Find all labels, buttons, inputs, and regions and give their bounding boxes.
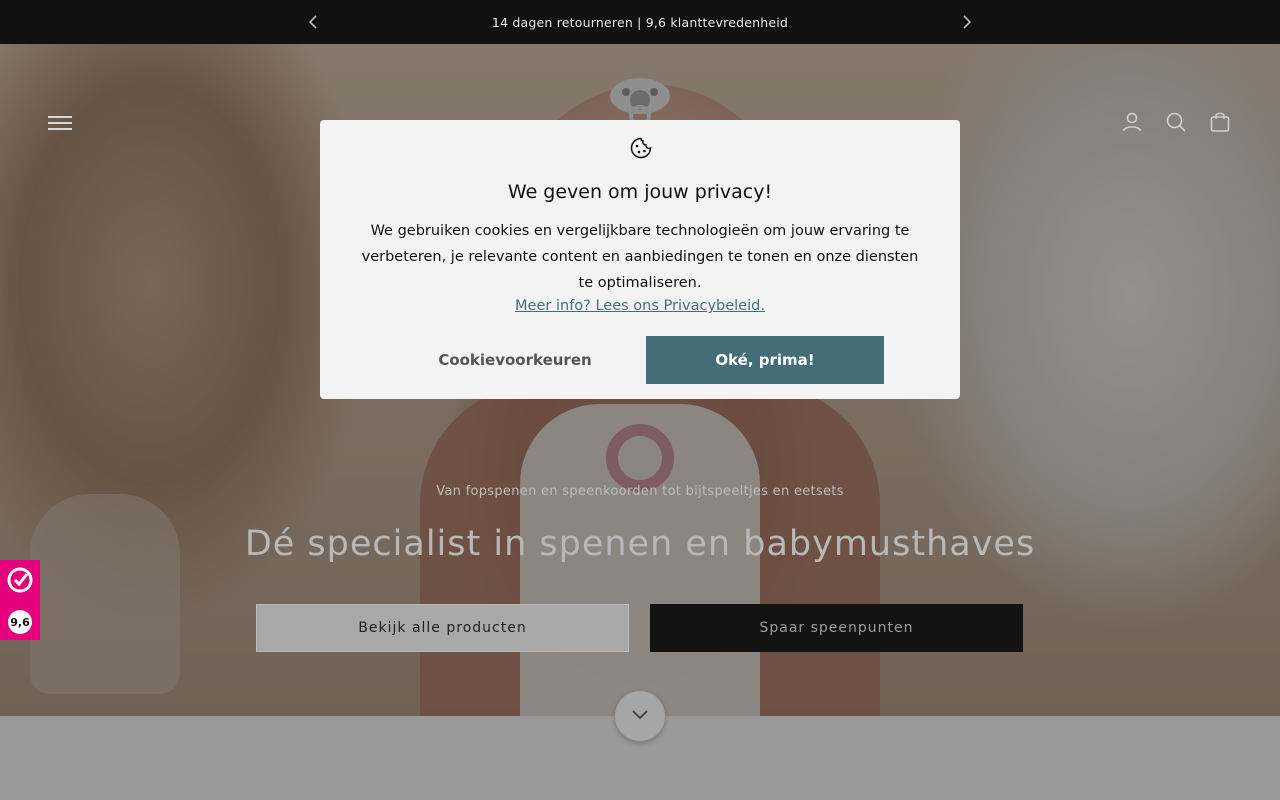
- cart-bag-icon[interactable]: [1208, 110, 1232, 134]
- announcement-text: 14 dagen retourneren | 9,6 klanttevreden…: [491, 14, 789, 30]
- rating-badge[interactable]: 9,6: [0, 560, 40, 640]
- privacy-policy-link[interactable]: Meer info? Lees ons Privacybeleid.: [320, 298, 960, 314]
- chevron-right-icon[interactable]: [956, 12, 976, 32]
- scroll-down-button[interactable]: [615, 691, 665, 741]
- search-icon[interactable]: [1164, 110, 1188, 134]
- pacifier-logo[interactable]: [608, 76, 672, 127]
- accept-cookies-button[interactable]: Oké, prima!: [646, 336, 884, 384]
- cookie-modal-text: We gebruiken cookies en vergelijkbare te…: [361, 223, 919, 291]
- account-icon[interactable]: [1120, 110, 1144, 134]
- view-all-products-button[interactable]: Bekijk alle producten: [256, 604, 629, 652]
- hero-headline: Dé specialist in spenen en babymusthaves: [244, 524, 1036, 564]
- chevron-left-icon[interactable]: [304, 12, 324, 32]
- announcement-bar: 14 dagen retourneren | 9,6 klanttevreden…: [0, 0, 1280, 44]
- save-points-button[interactable]: Spaar speenpunten: [650, 604, 1023, 652]
- chevron-down-icon: [630, 704, 650, 728]
- hamburger-menu-icon[interactable]: [48, 112, 72, 132]
- rating-value: 9,6: [8, 610, 32, 634]
- cookie-consent-modal: We geven om jouw privacy! We gebruiken c…: [320, 120, 960, 399]
- hero-subtitle: Van fopspenen en speenkoorden tot bijtsp…: [436, 484, 844, 499]
- cookie-icon: [630, 137, 652, 163]
- review-logo-icon: [6, 566, 34, 598]
- cookie-modal-title: We geven om jouw privacy!: [507, 181, 773, 203]
- cookie-preferences-button[interactable]: Cookievoorkeuren: [420, 336, 610, 384]
